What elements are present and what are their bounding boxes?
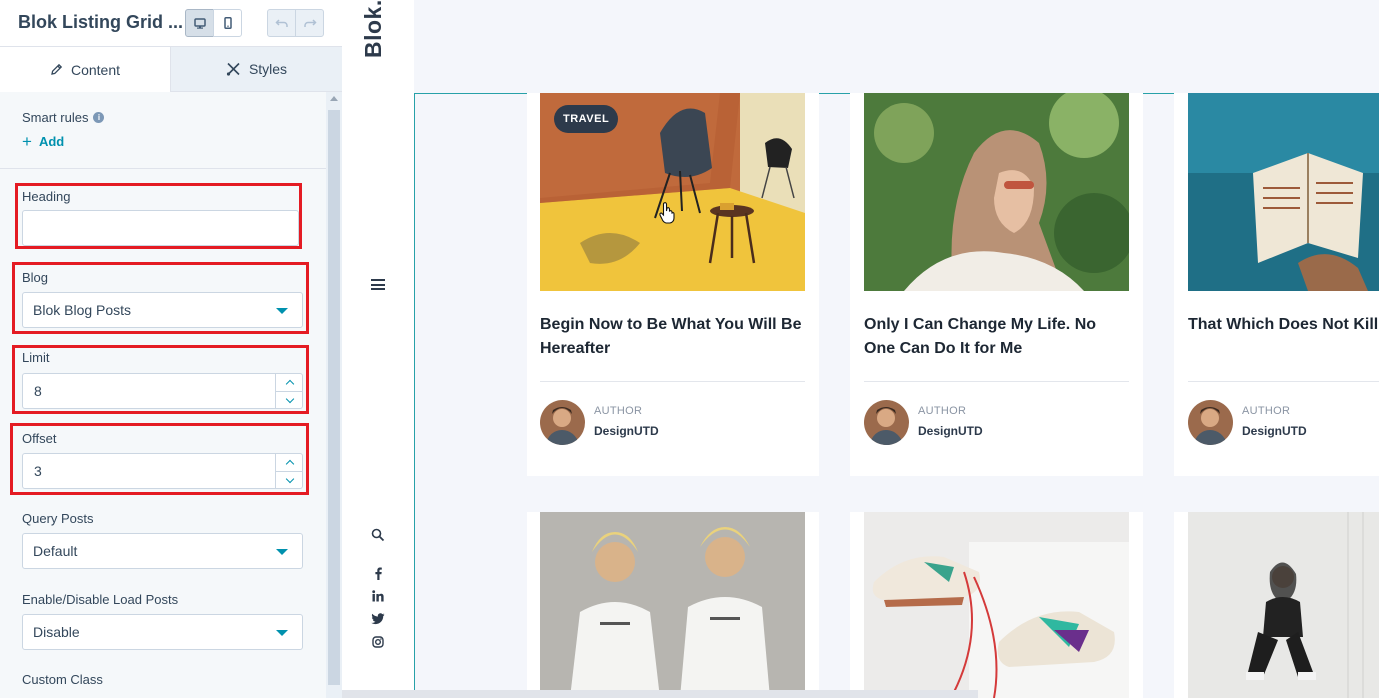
load-posts-select[interactable]: Disable — [22, 614, 303, 650]
post-image-art — [864, 512, 1129, 698]
heading-highlight-box — [15, 183, 302, 249]
post-image[interactable] — [540, 512, 805, 698]
scrollbar-thumb[interactable] — [328, 110, 340, 685]
query-posts-label: Query Posts — [22, 511, 94, 526]
module-outline-top — [414, 93, 527, 94]
facebook-icon[interactable] — [368, 564, 388, 582]
caret-down-icon — [276, 630, 288, 636]
author-avatar[interactable] — [1188, 400, 1233, 445]
site-side-nav: Blok. — [342, 0, 414, 698]
author-name[interactable]: DesignUTD — [918, 424, 983, 438]
post-image[interactable] — [1188, 93, 1379, 291]
redo-icon — [303, 19, 317, 27]
post-card[interactable]: Only I Can Change My Life. No One Can Do… — [850, 93, 1143, 476]
panel-tabs: Content Styles — [0, 47, 342, 92]
post-title[interactable]: That Which Does Not Kill U Us Stronger — [1188, 313, 1379, 337]
tab-styles-label: Styles — [248, 61, 288, 77]
scroll-up-icon[interactable] — [330, 96, 338, 101]
post-card[interactable] — [1174, 512, 1379, 698]
author-avatar[interactable] — [864, 400, 909, 445]
add-label: Add — [38, 134, 65, 149]
author-label: AUTHOR — [1242, 405, 1291, 417]
brush-icon — [226, 62, 240, 76]
search-icon[interactable] — [368, 526, 388, 544]
offset-highlight-box — [10, 423, 309, 495]
instagram-icon[interactable] — [368, 633, 388, 651]
author-avatar[interactable] — [540, 400, 585, 445]
editor-panel: Blok Listing Grid ... Content Styles Sma… — [0, 0, 342, 698]
twitter-icon[interactable] — [368, 610, 388, 628]
post-title[interactable]: Begin Now to Be What You Will Be Hereaft… — [540, 313, 805, 361]
page-editor: Blok Listing Grid ... Content Styles Sma… — [0, 0, 1379, 698]
load-posts-label: Enable/Disable Load Posts — [22, 592, 179, 607]
post-image[interactable] — [864, 512, 1129, 698]
caret-down-icon — [276, 549, 288, 555]
post-card[interactable] — [527, 512, 819, 698]
post-image[interactable] — [864, 93, 1129, 291]
post-image-art — [1188, 93, 1379, 291]
site-logo[interactable]: Blok. — [360, 0, 387, 58]
info-icon[interactable]: i — [93, 112, 105, 123]
mobile-icon — [223, 17, 232, 29]
content-form: Smart rules i + Add Heading Blog Blok Bl… — [0, 92, 326, 698]
redo-button[interactable] — [295, 9, 324, 37]
tab-content[interactable]: Content — [0, 47, 171, 92]
card-divider — [1188, 381, 1379, 382]
smart-rules-text: Smart rules — [22, 110, 89, 125]
post-card[interactable] — [850, 512, 1143, 698]
panel-scrollbar[interactable] — [326, 92, 342, 698]
undo-button[interactable] — [267, 9, 296, 37]
module-outline-top — [1142, 93, 1175, 94]
post-image[interactable]: TRAVEL — [540, 93, 805, 291]
post-image-art — [540, 512, 805, 698]
linkedin-icon[interactable] — [368, 587, 388, 605]
author-name[interactable]: DesignUTD — [594, 424, 659, 438]
category-badge[interactable]: TRAVEL — [554, 105, 619, 133]
module-outline-top — [818, 93, 850, 94]
pencil-icon — [51, 63, 63, 75]
preview-horizontal-scrollbar[interactable] — [342, 690, 978, 698]
tab-styles[interactable]: Styles — [171, 47, 342, 92]
card-divider — [864, 381, 1129, 382]
page-preview: Blok. TRAVEL Begin Now to Be What You Wi… — [342, 0, 1379, 698]
author-label: AUTHOR — [918, 405, 967, 417]
smart-rules-label: Smart rules i — [22, 110, 105, 125]
post-image-art — [864, 93, 1129, 291]
query-posts-value: Default — [33, 543, 78, 559]
panel-header: Blok Listing Grid ... — [0, 0, 342, 47]
add-smart-rule-link[interactable]: + Add — [22, 132, 65, 151]
plus-icon: + — [22, 132, 32, 151]
menu-icon[interactable] — [371, 279, 385, 290]
limit-highlight-box — [12, 345, 309, 414]
post-card[interactable]: That Which Does Not Kill U Us Stronger A… — [1174, 93, 1379, 476]
card-divider — [540, 381, 805, 382]
desktop-icon — [193, 17, 206, 29]
desktop-view-button[interactable] — [185, 9, 214, 37]
mobile-view-button[interactable] — [213, 9, 242, 37]
tab-content-label: Content — [70, 61, 121, 78]
author-name[interactable]: DesignUTD — [1242, 424, 1307, 438]
author-label: AUTHOR — [594, 405, 643, 417]
divider — [0, 168, 326, 169]
load-posts-value: Disable — [33, 624, 80, 640]
blog-highlight-box — [12, 262, 309, 334]
undo-icon — [274, 19, 288, 27]
hand-cursor-icon — [659, 202, 675, 224]
post-image[interactable] — [1188, 512, 1379, 698]
query-posts-select[interactable]: Default — [22, 533, 303, 569]
post-title[interactable]: Only I Can Change My Life. No One Can Do… — [864, 313, 1129, 361]
custom-class-label: Custom Class — [22, 672, 103, 687]
post-image-art — [1188, 512, 1379, 698]
module-title: Blok Listing Grid ... — [18, 12, 184, 32]
post-card[interactable]: TRAVEL Begin Now to Be What You Will Be … — [527, 93, 819, 476]
